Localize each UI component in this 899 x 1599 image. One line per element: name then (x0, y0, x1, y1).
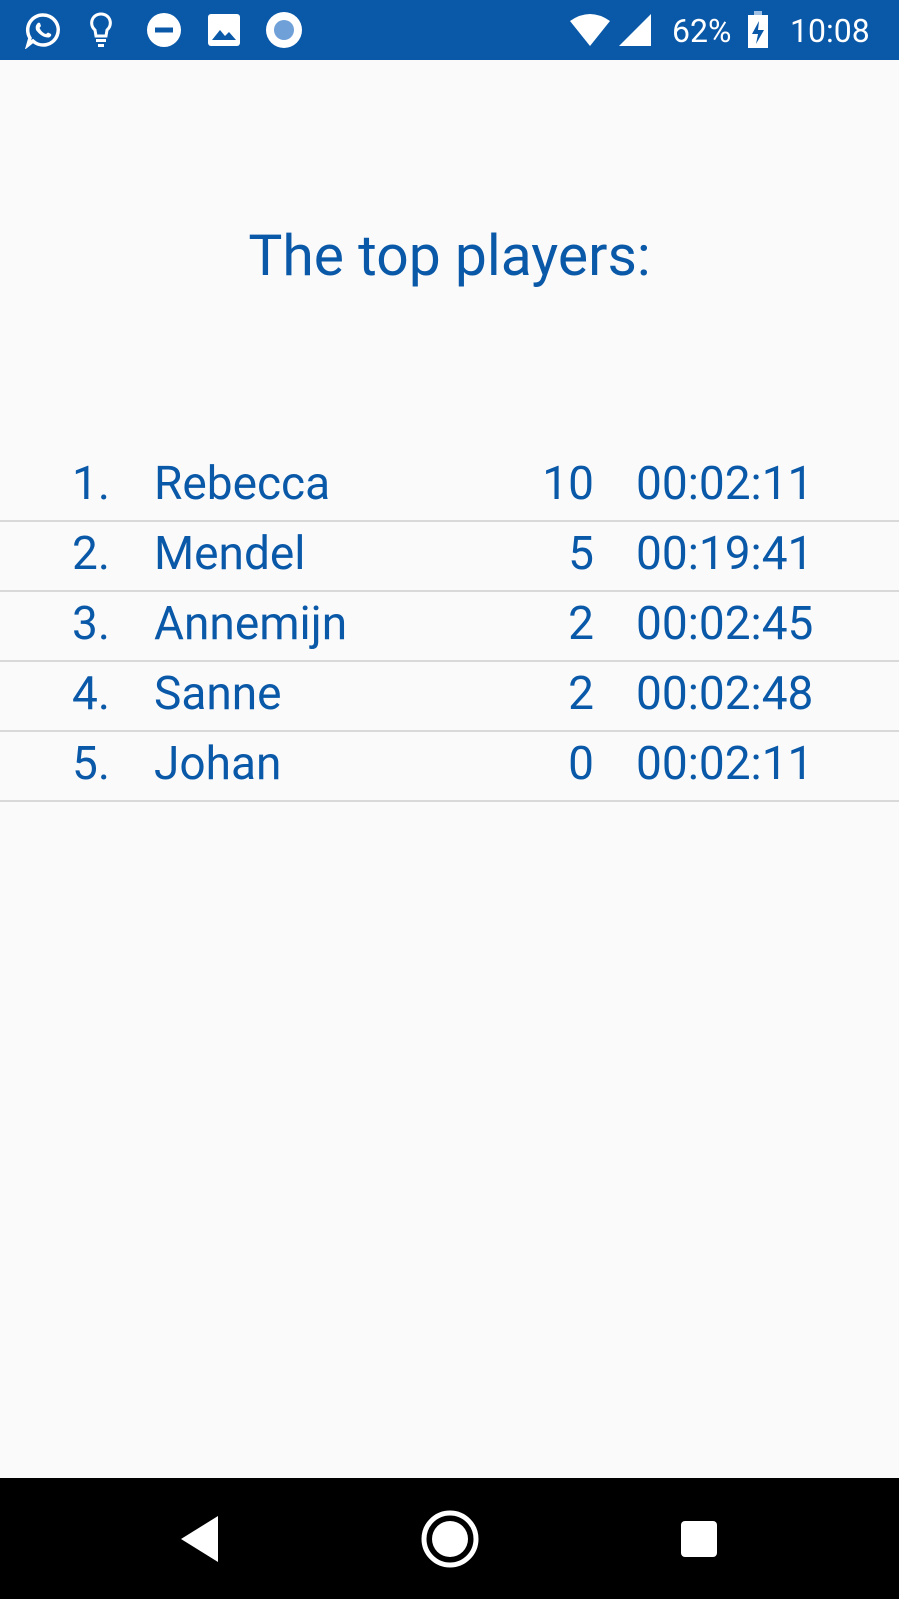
recents-icon (681, 1520, 717, 1557)
status-bar: 62% 10:08 (0, 0, 899, 60)
leaderboard-row: 3. Annemijn 2 00:02:45 (0, 591, 899, 662)
player-score: 2 (568, 597, 594, 651)
home-button[interactable] (408, 1478, 492, 1599)
back-icon (181, 1515, 218, 1562)
rank-number: 4. (72, 667, 110, 721)
lightbulb-icon (88, 0, 114, 60)
player-name: Annemijn (154, 597, 348, 651)
player-time: 00:02:48 (636, 667, 814, 721)
rank-number: 2. (72, 527, 110, 581)
leaderboard-row: 1. Rebecca 10 00:02:11 (0, 451, 899, 522)
recents-button[interactable] (664, 1478, 734, 1599)
record-icon (264, 0, 304, 60)
player-time: 00:02:11 (636, 457, 814, 511)
rank-number: 5. (72, 737, 110, 791)
clock: 10:08 (790, 12, 870, 50)
player-time: 00:02:11 (636, 737, 814, 791)
back-button[interactable] (160, 1478, 240, 1599)
home-icon (421, 1510, 479, 1567)
player-name: Mendel (154, 527, 306, 581)
whatsapp-icon (22, 0, 64, 60)
player-score: 5 (568, 527, 594, 581)
image-icon (206, 0, 242, 60)
player-name: Rebecca (154, 457, 331, 511)
player-name: Sanne (154, 667, 282, 721)
leaderboard-row: 4. Sanne 2 00:02:48 (0, 661, 899, 732)
battery-charging-icon (746, 0, 770, 60)
player-score: 0 (568, 737, 594, 791)
player-score: 10 (542, 457, 594, 511)
page-title: The top players: (248, 222, 651, 289)
battery-percentage: 62% (672, 12, 732, 50)
leaderboard-row: 2. Mendel 5 00:19:41 (0, 521, 899, 592)
rank-number: 3. (72, 597, 110, 651)
player-score: 2 (568, 667, 594, 721)
player-time: 00:02:45 (636, 597, 814, 651)
leaderboard-row: 5. Johan 0 00:02:11 (0, 731, 899, 802)
navigation-bar (0, 1478, 899, 1599)
signal-icon (616, 0, 654, 60)
wifi-icon (568, 0, 612, 60)
rank-number: 1. (72, 457, 110, 511)
do-not-disturb-icon (144, 0, 184, 60)
player-name: Johan (154, 737, 282, 791)
player-time: 00:19:41 (636, 527, 814, 581)
